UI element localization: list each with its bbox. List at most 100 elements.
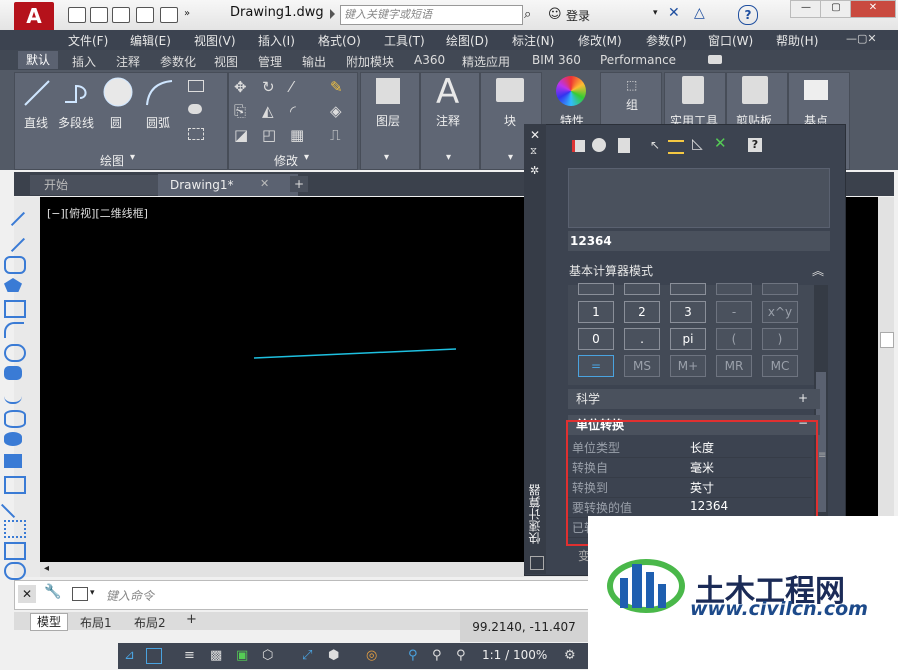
transparency-icon[interactable]: ▩ (210, 648, 222, 663)
add-layout-button[interactable]: + (186, 612, 197, 627)
polyline-icon[interactable] (62, 78, 94, 108)
key-partial[interactable] (578, 283, 614, 295)
annotation-scale-icon[interactable]: ⚲ (456, 648, 466, 663)
base-point-icon[interactable] (804, 80, 828, 100)
intersection-icon[interactable]: ✕ (714, 134, 727, 152)
layers-expand-icon[interactable]: ▾ (384, 152, 389, 163)
close-icon[interactable]: ✕ (850, 0, 896, 18)
key-ms[interactable]: MS (624, 355, 660, 377)
vertical-scroll-thumb[interactable] (880, 332, 894, 348)
menu-help[interactable]: 帮助(H) (776, 32, 818, 49)
annotation-expand-icon[interactable]: ▾ (446, 152, 451, 163)
angle-icon[interactable]: ◺ (692, 136, 703, 152)
tab-insert[interactable]: 插入 (72, 53, 96, 70)
modify-expand-icon[interactable]: ▾ (304, 152, 309, 163)
revision-cloud-icon[interactable] (4, 366, 22, 380)
login-button[interactable]: 登录 (566, 7, 590, 24)
dynamic-ucs-icon[interactable]: ⤢ (302, 648, 312, 663)
rectangle-tool-icon[interactable] (4, 300, 26, 318)
menu-file[interactable]: 文件(F) (68, 32, 108, 49)
scroll-left-icon[interactable]: ◂ (44, 563, 49, 574)
line-tool-label[interactable]: 直线 (24, 114, 48, 131)
gradient-icon[interactable] (4, 542, 26, 560)
key-mc[interactable]: MC (762, 355, 798, 377)
key-2[interactable]: 2 (624, 301, 660, 323)
palette-close-icon[interactable]: ✕ (530, 128, 540, 142)
gizmo-icon[interactable]: ◎ (366, 648, 377, 663)
block-expand-icon[interactable]: ▾ (508, 152, 513, 163)
key-partial[interactable] (716, 283, 752, 295)
polyline-tool-icon[interactable] (4, 256, 26, 274)
tab-layout2[interactable]: 布局2 (134, 614, 166, 631)
group-icon[interactable]: ⬚ (626, 78, 637, 92)
arc-tool-label[interactable]: 圆弧 (146, 114, 170, 131)
key-partial[interactable] (670, 283, 706, 295)
calc-input-field[interactable]: 12364 (568, 231, 830, 251)
key-close-paren[interactable]: ) (762, 328, 798, 350)
exchange-icon[interactable]: ✕ (668, 5, 680, 21)
add-tab-button[interactable]: + (290, 176, 308, 192)
tab-layout1[interactable]: 布局1 (80, 614, 112, 631)
tab-manage[interactable]: 管理 (258, 53, 282, 70)
palette-autohide-icon[interactable]: ⧖ (530, 146, 537, 157)
print-icon[interactable] (160, 7, 178, 23)
user-icon[interactable]: ☺ (548, 7, 562, 22)
line-weight-icon[interactable]: ≡ (184, 648, 195, 663)
close-commandline-icon[interactable]: ✕ (18, 585, 36, 603)
selection-filter-icon[interactable]: ⬢ (328, 648, 339, 663)
key-partial[interactable] (762, 283, 798, 295)
viewport-label[interactable]: [−][俯视][二维线框] (47, 205, 148, 221)
search-input[interactable]: 键入关键字或短语 (340, 5, 523, 25)
text-annotation-icon[interactable]: A (436, 72, 459, 112)
close-tab-icon[interactable]: ✕ (260, 177, 269, 190)
insert-block-icon[interactable] (4, 454, 22, 468)
ellipse-arc-icon[interactable] (4, 432, 22, 446)
circle-tool-label[interactable]: 圆 (110, 114, 122, 131)
basic-calc-mode-title[interactable]: 基本计算器模式 (569, 262, 653, 279)
arc-icon[interactable] (144, 78, 176, 108)
tab-view[interactable]: 视图 (214, 53, 238, 70)
block-tool-label[interactable]: 块 (504, 112, 516, 129)
menu-draw[interactable]: 绘图(D) (446, 32, 489, 49)
key-0[interactable]: 0 (578, 328, 614, 350)
save-as-icon[interactable] (136, 7, 154, 23)
mirror-icon[interactable]: ◭ (262, 102, 274, 120)
menu-dimension[interactable]: 标注(N) (512, 32, 554, 49)
expand-scientific-icon[interactable]: + (798, 391, 808, 405)
rotate-icon[interactable]: ↻ (262, 78, 275, 96)
erase-icon[interactable]: ✎ (330, 78, 343, 96)
ribbon-toggle-icon[interactable] (708, 55, 722, 64)
save-icon[interactable] (112, 7, 130, 23)
customize-icon[interactable]: 🔧 (44, 584, 61, 600)
hatch-icon[interactable] (188, 104, 202, 114)
tab-parametric[interactable]: 参数化 (160, 53, 196, 70)
draw-expand-icon[interactable]: ▾ (130, 152, 135, 163)
modify-panel-title[interactable]: 修改 (274, 152, 298, 169)
tab-output[interactable]: 输出 (302, 53, 326, 70)
key-3[interactable]: 3 (670, 301, 706, 323)
array-icon[interactable]: ▦ (290, 126, 304, 144)
login-dropdown-icon[interactable]: ▾ (653, 8, 658, 18)
tab-bim360[interactable]: BIM 360 (532, 53, 581, 67)
clear-icon[interactable] (572, 140, 585, 152)
circle-icon[interactable] (102, 76, 134, 108)
annotation-scale-value[interactable]: 1:1 / 100% (482, 648, 547, 662)
palette-menu-icon[interactable] (530, 556, 544, 570)
minimize-icon[interactable]: — (790, 0, 822, 18)
properties-color-wheel-icon[interactable] (556, 76, 586, 106)
collapse-chevron-icon[interactable]: ︽ (812, 262, 824, 279)
clipboard-icon[interactable] (742, 76, 768, 104)
paste-value-icon[interactable] (618, 138, 630, 153)
key-power[interactable]: x^y (762, 301, 798, 323)
annotation-visibility-icon[interactable]: ⚲ (408, 648, 418, 663)
model-space-icon[interactable]: ⊿ (124, 648, 135, 663)
tab-performance[interactable]: Performance (600, 53, 676, 67)
distance-icon[interactable] (668, 140, 684, 154)
scale-icon[interactable]: ◰ (262, 126, 276, 144)
copy-icon[interactable]: ⎘ (234, 102, 246, 120)
polyline-tool-label[interactable]: 多段线 (58, 114, 94, 131)
menu-edit[interactable]: 编辑(E) (130, 32, 171, 49)
3d-osnap-icon[interactable]: ⬡ (262, 648, 273, 663)
settings-gear-icon[interactable]: ⚙ (564, 648, 576, 663)
tab-featured-apps[interactable]: 精选应用 (462, 53, 510, 70)
